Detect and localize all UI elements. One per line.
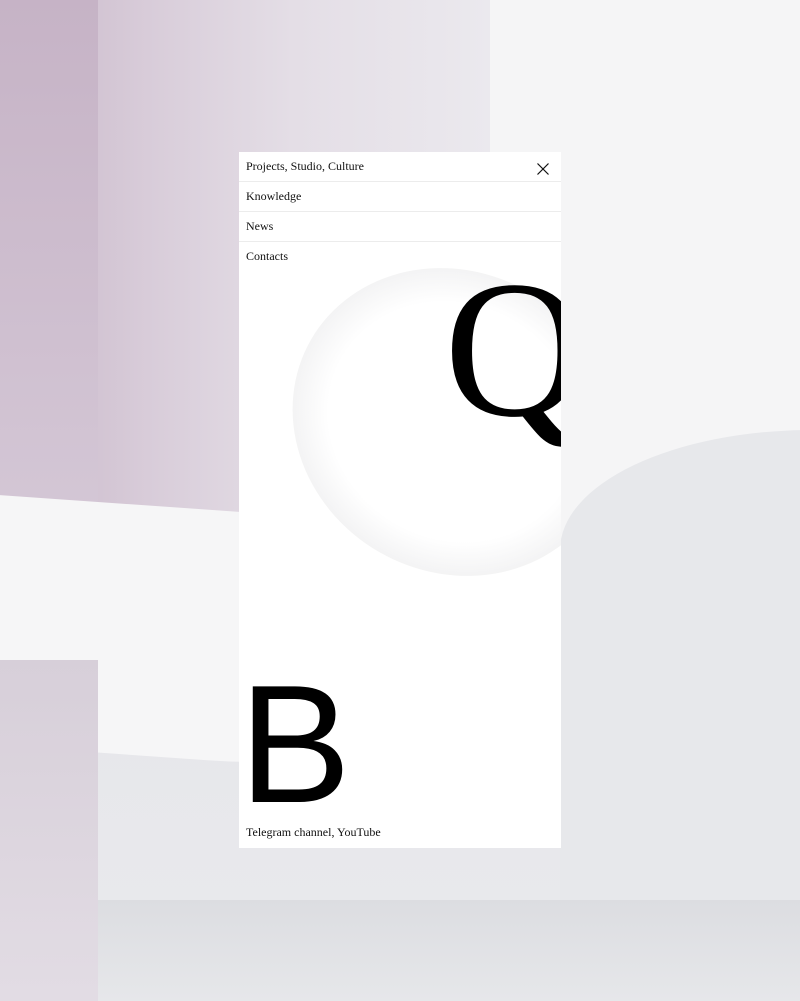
menu-item-news[interactable]: News (239, 212, 561, 242)
background-floor-left (0, 660, 98, 1001)
close-icon (537, 163, 549, 175)
menu-item-label: Knowledge (246, 189, 302, 203)
menu-panel: Projects, Studio, Culture Knowledge News… (239, 152, 561, 848)
decorative-letter-b: B (239, 650, 352, 838)
decorative-letter-q: Q (444, 241, 561, 458)
menu-item-projects[interactable]: Projects, Studio, Culture (239, 152, 561, 182)
background-floor (98, 900, 800, 1001)
youtube-link[interactable]: YouTube (337, 825, 381, 839)
close-button[interactable] (535, 159, 551, 175)
telegram-link[interactable]: Telegram channel (246, 825, 331, 839)
menu-item-label: News (246, 219, 274, 233)
menu-item-label: Projects, Studio, Culture (246, 159, 364, 173)
menu-item-knowledge[interactable]: Knowledge (239, 182, 561, 212)
footer-links: Telegram channel, YouTube (246, 825, 381, 840)
menu-item-label: Contacts (246, 249, 288, 263)
